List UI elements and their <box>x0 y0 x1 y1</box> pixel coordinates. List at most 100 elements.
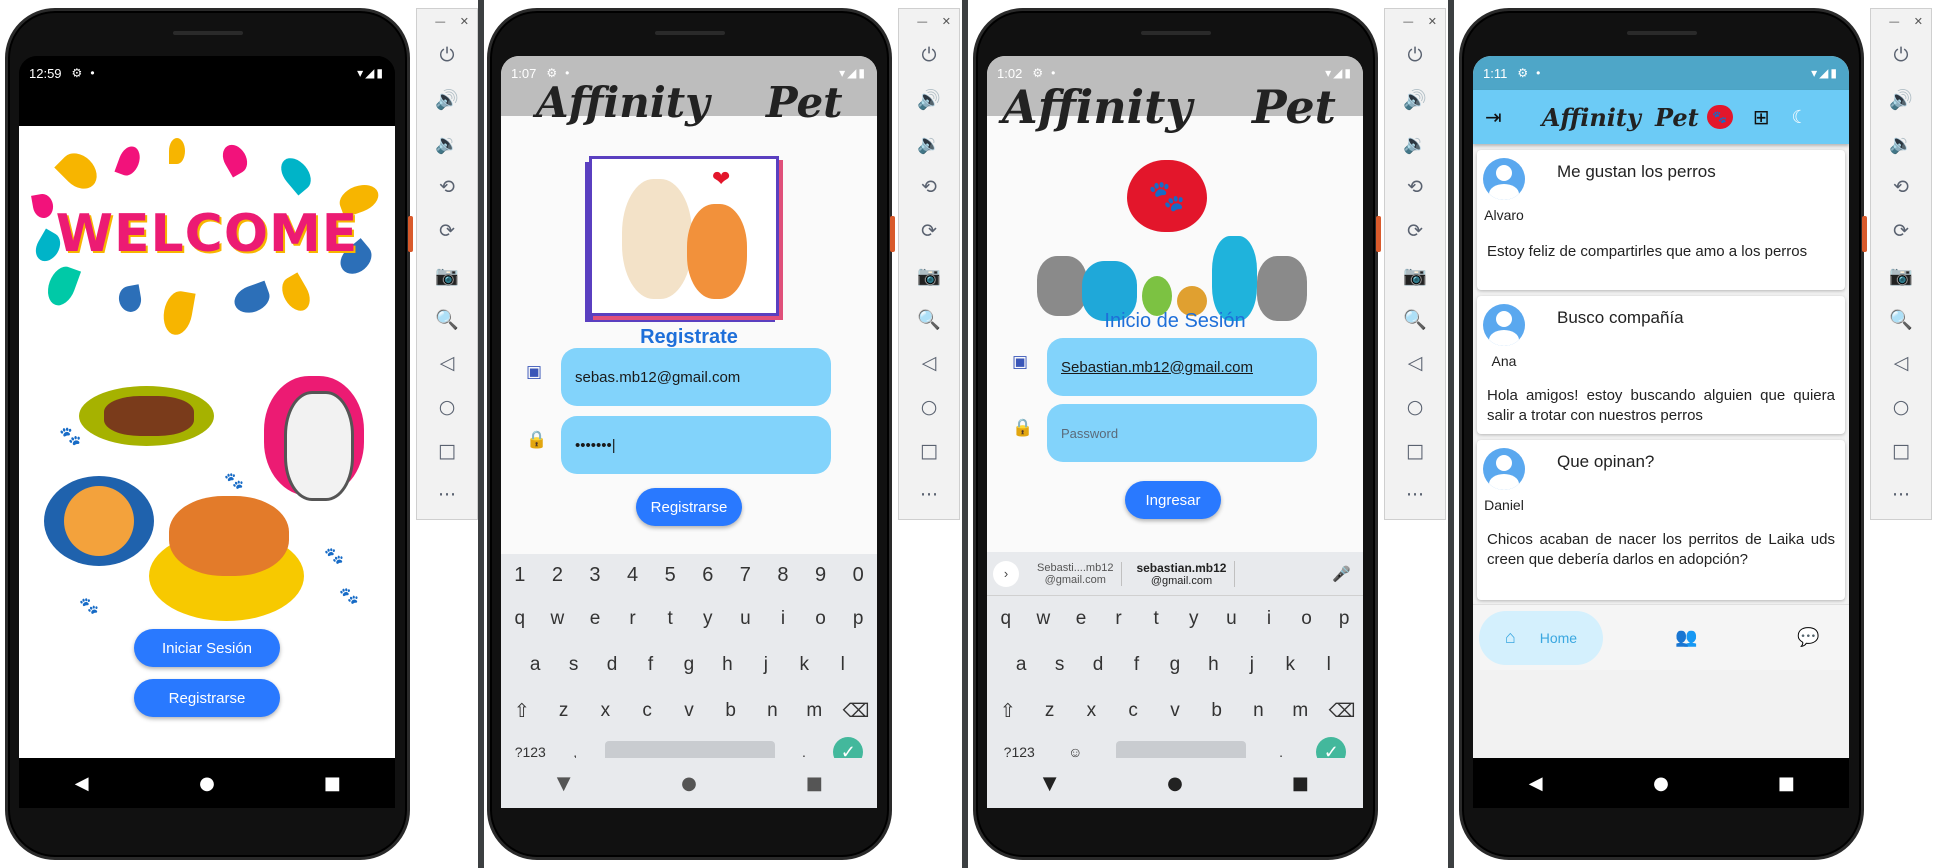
key[interactable]: h <box>712 654 742 676</box>
key[interactable]: 9 <box>806 564 836 587</box>
expand-suggestions-icon[interactable]: › <box>993 560 1019 587</box>
key[interactable]: j <box>751 654 781 676</box>
home-icon[interactable]: ○ <box>1871 385 1931 429</box>
key[interactable]: q <box>505 608 535 630</box>
rotate-left-icon[interactable]: ⟲ <box>1385 165 1445 209</box>
rotate-left-icon[interactable]: ⟲ <box>899 165 959 209</box>
key[interactable]: y <box>1179 608 1209 630</box>
overview-icon[interactable]: □ <box>1871 429 1931 473</box>
key[interactable]: 6 <box>693 564 723 587</box>
nav-collapse-keyboard-icon[interactable]: ▼ <box>544 773 584 794</box>
zoom-icon[interactable]: 🔍 <box>1385 297 1445 341</box>
key[interactable]: d <box>1083 654 1113 676</box>
key[interactable]: w <box>542 608 572 630</box>
nav-recents-icon[interactable]: ■ <box>312 773 352 794</box>
backspace-icon[interactable]: ⌫ <box>1327 700 1357 723</box>
key[interactable]: u <box>1216 608 1246 630</box>
key[interactable]: 3 <box>580 564 610 587</box>
camera-icon[interactable]: 📷 <box>1385 253 1445 297</box>
suggestion-chip[interactable]: sebastian.mb12 @gmail.com <box>1128 560 1236 587</box>
key[interactable]: y <box>693 608 723 630</box>
camera-icon[interactable]: 📷 <box>1871 253 1931 297</box>
camera-icon[interactable]: 📷 <box>899 253 959 297</box>
volume-down-icon[interactable]: 🔉 <box>899 121 959 165</box>
home-icon[interactable]: ○ <box>1385 385 1445 429</box>
key[interactable]: m <box>799 700 829 722</box>
nav-recents-icon[interactable]: ■ <box>1280 773 1320 794</box>
dark-mode-icon[interactable]: ☾ <box>1791 107 1807 128</box>
key[interactable]: 7 <box>730 564 760 587</box>
key[interactable]: s <box>1045 654 1075 676</box>
back-icon[interactable]: ◁ <box>1385 341 1445 385</box>
rotate-left-icon[interactable]: ⟲ <box>417 165 477 209</box>
nav-recents-icon[interactable]: ■ <box>1766 773 1806 794</box>
nav-recents-icon[interactable]: ■ <box>794 773 834 794</box>
key[interactable]: 0 <box>843 564 873 587</box>
rotate-right-icon[interactable]: ⟳ <box>417 209 477 253</box>
volume-up-icon[interactable]: 🔊 <box>1871 77 1931 121</box>
minimize-icon[interactable]: — <box>1403 15 1414 28</box>
key[interactable]: a <box>1006 654 1036 676</box>
nav-home-icon[interactable]: ● <box>1155 773 1195 794</box>
key[interactable]: b <box>1202 700 1232 722</box>
nav-back-icon[interactable]: ◀ <box>1516 773 1556 794</box>
volume-up-icon[interactable]: 🔊 <box>1385 77 1445 121</box>
key[interactable]: n <box>757 700 787 722</box>
key[interactable]: a <box>520 654 550 676</box>
post-card[interactable]: Alvaro Me gustan los perros Estoy feliz … <box>1477 150 1845 290</box>
messages-icon[interactable]: 💬 <box>1797 627 1819 648</box>
back-icon[interactable]: ◁ <box>417 341 477 385</box>
key[interactable]: r <box>1104 608 1134 630</box>
key[interactable]: x <box>590 700 620 722</box>
key[interactable]: l <box>828 654 858 676</box>
backspace-icon[interactable]: ⌫ <box>841 700 871 723</box>
key[interactable]: l <box>1314 654 1344 676</box>
power-icon[interactable]: ⏻ <box>1871 33 1931 77</box>
overview-icon[interactable]: □ <box>899 429 959 473</box>
register-submit-button[interactable]: Registrarse <box>636 488 742 526</box>
login-button[interactable]: Iniciar Sesión <box>134 629 280 667</box>
back-icon[interactable]: ◁ <box>899 341 959 385</box>
power-icon[interactable]: ⏻ <box>1385 33 1445 77</box>
rotate-right-icon[interactable]: ⟳ <box>1871 209 1931 253</box>
volume-up-icon[interactable]: 🔊 <box>899 77 959 121</box>
minimize-icon[interactable]: — <box>917 15 928 28</box>
key[interactable]: i <box>768 608 798 630</box>
key[interactable]: 5 <box>655 564 685 587</box>
rotate-right-icon[interactable]: ⟳ <box>899 209 959 253</box>
more-icon[interactable]: ··· <box>1385 473 1445 517</box>
key[interactable]: g <box>1160 654 1190 676</box>
key[interactable]: f <box>636 654 666 676</box>
post-card[interactable]: Daniel Que opinan? Chicos acaban de nace… <box>1477 440 1845 600</box>
zoom-icon[interactable]: 🔍 <box>417 297 477 341</box>
key[interactable]: d <box>597 654 627 676</box>
key[interactable]: r <box>618 608 648 630</box>
rotate-left-icon[interactable]: ⟲ <box>1871 165 1931 209</box>
key[interactable]: b <box>716 700 746 722</box>
home-icon[interactable]: ○ <box>417 385 477 429</box>
key[interactable]: v <box>674 700 704 722</box>
key[interactable]: v <box>1160 700 1190 722</box>
key[interactable]: c <box>632 700 662 722</box>
close-icon[interactable]: ✕ <box>1914 15 1923 28</box>
more-icon[interactable]: ··· <box>1871 473 1931 517</box>
key[interactable]: e <box>1066 608 1096 630</box>
nav-collapse-keyboard-icon[interactable]: ▼ <box>1030 773 1070 794</box>
key[interactable]: o <box>1292 608 1322 630</box>
key[interactable]: u <box>730 608 760 630</box>
key[interactable]: q <box>991 608 1021 630</box>
key[interactable]: e <box>580 608 610 630</box>
overview-icon[interactable]: □ <box>1385 429 1445 473</box>
volume-down-icon[interactable]: 🔉 <box>1871 121 1931 165</box>
post-card[interactable]: Ana Busco compañía Hola amigos! estoy bu… <box>1477 296 1845 434</box>
key[interactable]: z <box>549 700 579 722</box>
back-icon[interactable]: ◁ <box>1871 341 1931 385</box>
nav-home-tab[interactable]: ⌂ Home <box>1479 610 1603 665</box>
nav-home-icon[interactable]: ● <box>1641 773 1681 794</box>
minimize-icon[interactable]: — <box>435 15 446 28</box>
nav-home-icon[interactable]: ● <box>187 773 227 794</box>
key[interactable]: k <box>789 654 819 676</box>
key[interactable]: f <box>1122 654 1152 676</box>
key[interactable]: 1 <box>505 564 535 587</box>
close-icon[interactable]: ✕ <box>460 15 469 28</box>
